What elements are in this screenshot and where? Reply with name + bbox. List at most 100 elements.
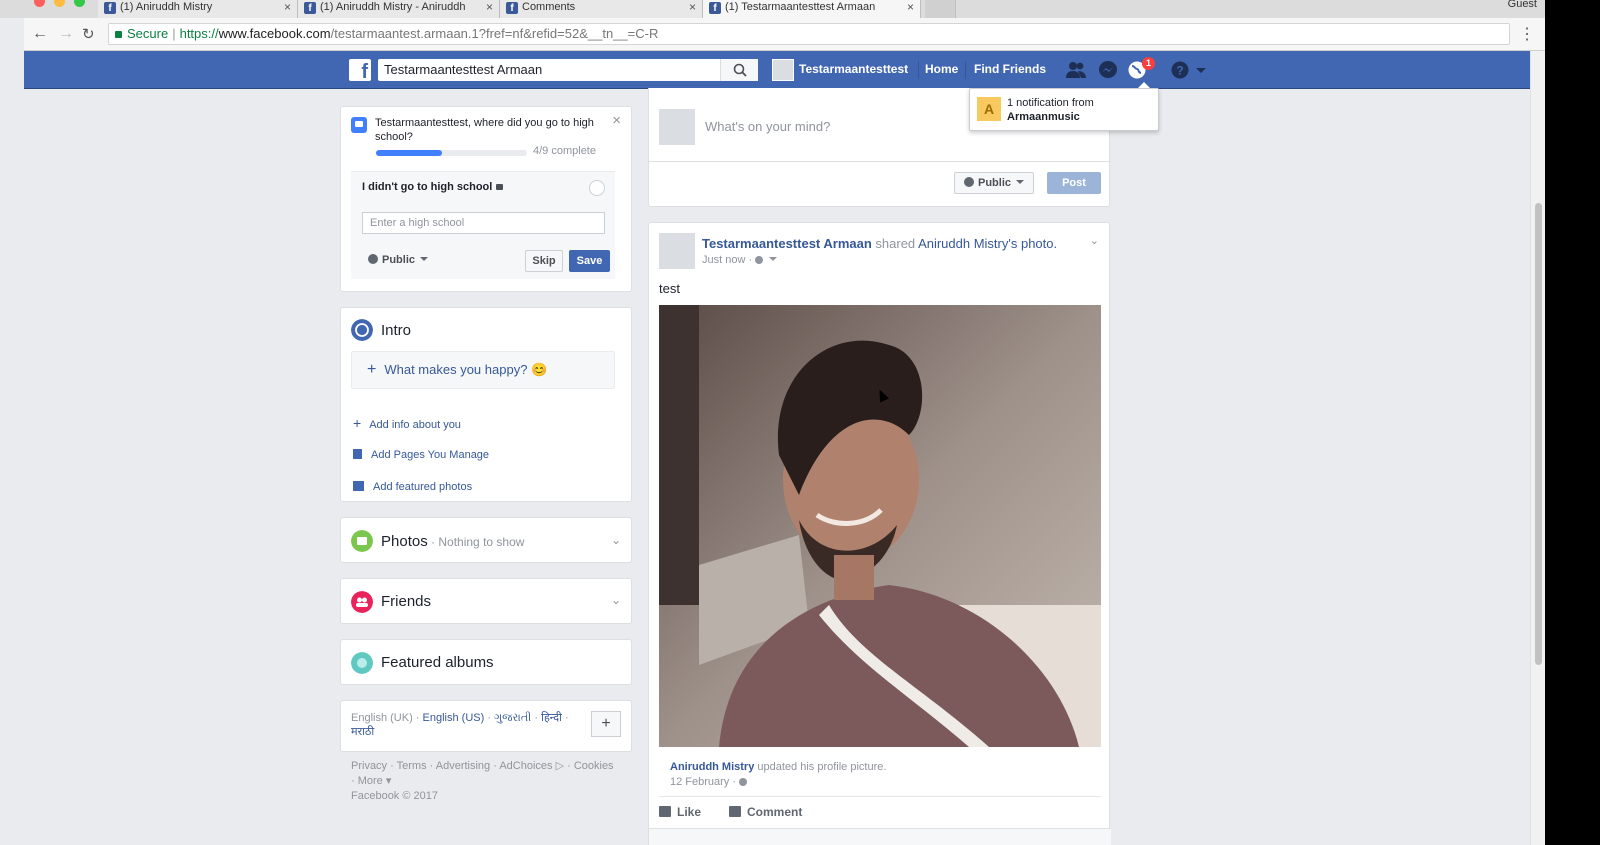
language-option[interactable]: हिन्दी bbox=[541, 712, 562, 724]
featured-albums-card[interactable]: Featured albums bbox=[340, 639, 632, 685]
help-icon[interactable]: ? bbox=[1169, 60, 1191, 80]
caret-down-icon bbox=[1016, 180, 1025, 184]
comment-label: Comment bbox=[747, 805, 803, 819]
featured-albums-title: Featured albums bbox=[381, 654, 494, 671]
shared-photo-caption: Aniruddh Mistry updated his profile pict… bbox=[670, 761, 886, 773]
profile-name-link[interactable]: Testarmaantesttest bbox=[799, 62, 908, 76]
chevron-down-icon[interactable]: ⌄ bbox=[611, 533, 621, 547]
composer-divider bbox=[649, 161, 1111, 162]
language-option[interactable]: English (US) bbox=[423, 712, 485, 724]
search-value: Testarmaantesttest Armaan bbox=[384, 62, 543, 77]
notification-avatar: A bbox=[977, 97, 1001, 121]
header-divider bbox=[965, 61, 966, 79]
save-button[interactable]: Save bbox=[569, 250, 610, 272]
add-pages-link[interactable]: Add Pages You Manage bbox=[353, 448, 489, 461]
browser-tab-4[interactable]: f (1) Testarmaantesttest Armaan × bbox=[703, 0, 921, 18]
composer-privacy-label: Public bbox=[978, 177, 1012, 189]
scrollbar-thumb[interactable] bbox=[1535, 203, 1542, 665]
browser-tab-1[interactable]: f (1) Aniruddh Mistry × bbox=[98, 0, 298, 18]
like-label: Like bbox=[677, 805, 702, 819]
skip-button[interactable]: Skip bbox=[525, 250, 563, 272]
new-tab-button[interactable] bbox=[925, 0, 956, 18]
write-comment-row[interactable] bbox=[649, 828, 1111, 845]
comment-button[interactable]: Comment bbox=[729, 805, 802, 819]
facebook-favicon-icon: f bbox=[506, 2, 518, 14]
tab-close-icon[interactable]: × bbox=[486, 0, 493, 14]
post-divider bbox=[659, 796, 1101, 797]
original-author-link[interactable]: Aniruddh Mistry bbox=[918, 236, 1008, 251]
comment-bubble-icon bbox=[729, 806, 741, 817]
messenger-icon[interactable] bbox=[1097, 60, 1119, 80]
home-link[interactable]: Home bbox=[925, 62, 958, 76]
shared-by-link[interactable]: Aniruddh Mistry bbox=[670, 761, 754, 773]
browser-tab-2[interactable]: f (1) Aniruddh Mistry - Aniruddh × bbox=[298, 0, 500, 18]
globe-icon bbox=[368, 254, 378, 264]
account-menu-caret-icon[interactable] bbox=[1194, 60, 1208, 80]
like-button[interactable]: Like bbox=[659, 805, 701, 819]
shared-date[interactable]: 12 February · bbox=[670, 776, 751, 788]
high-school-prompt-card: Testarmaantesttest, where did you go to … bbox=[340, 106, 632, 292]
tab-close-icon[interactable]: × bbox=[907, 0, 914, 14]
tab-close-icon[interactable]: × bbox=[284, 0, 291, 14]
post-author-link[interactable]: Testarmaantesttest Armaan bbox=[702, 236, 872, 251]
add-language-button[interactable]: + bbox=[591, 711, 621, 737]
friends-card[interactable]: Friends ⌄ bbox=[340, 578, 632, 624]
notification-text: 1 notification from Armaanmusic bbox=[1007, 96, 1094, 124]
chevron-down-icon[interactable]: ⌄ bbox=[611, 593, 621, 607]
facebook-favicon-icon: f bbox=[104, 2, 116, 14]
minimize-window-dot[interactable] bbox=[54, 0, 65, 7]
high-school-input[interactable]: Enter a high school bbox=[362, 212, 605, 234]
flag-icon bbox=[353, 449, 362, 459]
photos-card[interactable]: Photos · Nothing to show ⌄ bbox=[340, 517, 632, 563]
post-timestamp[interactable]: Just now · bbox=[702, 254, 778, 266]
shared-profile-photo[interactable] bbox=[659, 305, 1101, 747]
privacy-selector[interactable]: Public bbox=[368, 253, 429, 266]
page-scrollbar[interactable] bbox=[1530, 51, 1545, 845]
progress-fill bbox=[376, 150, 443, 156]
footer-links-line1[interactable]: Privacy · Terms · Advertising · AdChoice… bbox=[351, 759, 631, 774]
high-school-question: Testarmaantesttest, where did you go to … bbox=[375, 117, 594, 143]
forward-arrow-icon[interactable]: → bbox=[58, 25, 74, 43]
footer-more-link[interactable]: · More ▾ bbox=[351, 774, 631, 789]
post-text: test bbox=[659, 281, 680, 296]
profile-avatar[interactable] bbox=[772, 59, 794, 81]
close-window-dot[interactable] bbox=[34, 0, 45, 7]
back-arrow-icon[interactable]: ← bbox=[32, 25, 48, 43]
profile-label[interactable]: Guest bbox=[1508, 0, 1537, 10]
post-button[interactable]: Post bbox=[1047, 172, 1101, 194]
maximize-window-dot[interactable] bbox=[74, 0, 85, 7]
browser-tab-3[interactable]: f Comments × bbox=[500, 0, 703, 18]
facebook-favicon-icon: f bbox=[709, 2, 721, 14]
photos-icon bbox=[351, 530, 373, 552]
browser-menu-icon[interactable]: ⋮ bbox=[1519, 24, 1535, 44]
friend-requests-icon[interactable] bbox=[1065, 60, 1087, 80]
screen-edge bbox=[1545, 0, 1600, 845]
language-list: English (UK) · English (US) · ગુજરાતી · … bbox=[351, 711, 571, 739]
tab-close-icon[interactable]: × bbox=[689, 0, 696, 14]
composer-input[interactable]: What's on your mind? bbox=[705, 119, 830, 134]
search-input[interactable]: Testarmaantesttest Armaan bbox=[378, 59, 758, 81]
url-input[interactable]: Secure | https://www.facebook.com/testarma… bbox=[108, 23, 1510, 45]
search-button[interactable] bbox=[720, 59, 758, 81]
intro-title: Intro bbox=[381, 322, 412, 339]
no-high-school-option[interactable]: I didn't go to high school bbox=[362, 181, 504, 193]
education-icon bbox=[351, 117, 367, 133]
close-icon[interactable]: × bbox=[612, 112, 621, 129]
reload-icon[interactable]: ↻ bbox=[82, 25, 95, 43]
composer-privacy-button[interactable]: Public bbox=[954, 172, 1034, 194]
language-option[interactable]: मराठी bbox=[351, 726, 374, 738]
language-option[interactable]: ગુજરાતી bbox=[494, 712, 531, 724]
add-featured-photos-link[interactable]: Add featured photos bbox=[353, 480, 472, 493]
post-options-chevron-icon[interactable]: ⌄ bbox=[1090, 234, 1099, 247]
happy-prompt-button[interactable]: + What makes you happy? 😊 bbox=[351, 351, 615, 389]
post-author-avatar[interactable] bbox=[659, 233, 695, 269]
no-high-school-radio[interactable] bbox=[589, 180, 605, 196]
photo-link[interactable]: 's photo. bbox=[1008, 236, 1057, 251]
facebook-logo-icon[interactable]: f bbox=[349, 59, 371, 83]
url-separator: | bbox=[172, 26, 176, 41]
add-info-link[interactable]: + Add info about you bbox=[353, 415, 461, 431]
caret-down-icon[interactable] bbox=[769, 257, 778, 261]
lock-icon bbox=[115, 31, 122, 38]
notification-flyout[interactable]: A 1 notification from Armaanmusic bbox=[969, 82, 1159, 131]
find-friends-link[interactable]: Find Friends bbox=[974, 62, 1046, 76]
